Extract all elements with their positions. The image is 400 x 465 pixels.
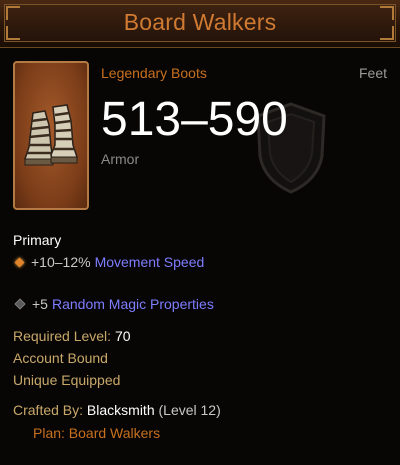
- boots-icon: [24, 104, 78, 166]
- affix-value: +10–12%: [31, 254, 91, 270]
- magic-affix: +5 Random Magic Properties: [13, 296, 214, 312]
- armor-label: Armor: [101, 151, 140, 167]
- item-name: Board Walkers: [123, 9, 277, 35]
- item-type: Legendary Boots: [101, 65, 207, 81]
- primary-section-label: Primary: [13, 232, 62, 248]
- magic-affix-icon: [14, 298, 26, 310]
- account-bound: Account Bound: [13, 350, 108, 366]
- item-slot: Feet: [358, 65, 387, 81]
- unique-equipped: Unique Equipped: [13, 372, 121, 388]
- crafted-by: Crafted By: Blacksmith (Level 12): [13, 402, 221, 418]
- item-icon-slot: [13, 61, 89, 210]
- crafted-by-label: Crafted By:: [13, 402, 84, 418]
- affix-stat: Movement Speed: [94, 254, 205, 270]
- affix-stat: Random Magic Properties: [51, 296, 214, 312]
- armor-value: 513–590: [101, 93, 288, 146]
- required-level: Required Level: 70: [13, 328, 131, 344]
- crafter-level: (Level 12): [158, 402, 221, 418]
- item-tooltip: Board Walkers Legendary Boots Feet 513–5…: [0, 0, 400, 465]
- crafter-name: Blacksmith: [86, 402, 155, 418]
- primary-affix: +10–12% Movement Speed: [13, 254, 204, 270]
- plan-name: Plan: Board Walkers: [33, 425, 161, 441]
- required-level-label: Required Level:: [13, 328, 112, 344]
- affix-value: +5: [32, 296, 48, 312]
- tooltip-header: Board Walkers: [0, 0, 400, 48]
- required-level-value: 70: [114, 328, 131, 344]
- legendary-affix-icon: [14, 257, 25, 267]
